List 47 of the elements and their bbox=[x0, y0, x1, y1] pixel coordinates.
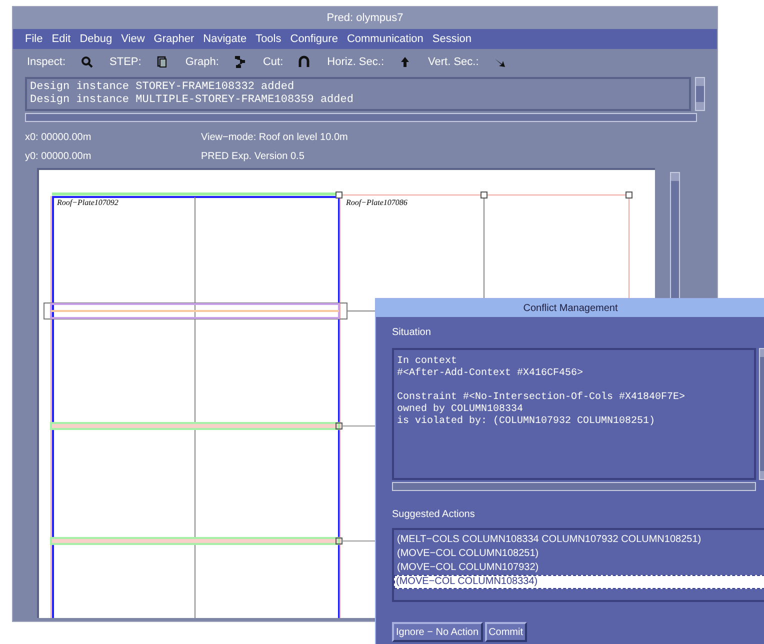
log-line: Design instance STOREY-FRAME108332 added bbox=[30, 81, 296, 94]
menu-item[interactable]: Communication bbox=[346, 30, 424, 48]
toolbar-label: Horiz. Sec.: bbox=[327, 54, 384, 70]
log-area[interactable]: Design instance STOREY-FRAME108332 added Design instance MULTIPLE-STOREY-FRAME108359 added bbox=[25, 77, 692, 111]
menu-item[interactable]: Debug bbox=[80, 30, 112, 48]
vertical-scrollbar[interactable] bbox=[695, 77, 705, 111]
menu-item[interactable]: Grapher bbox=[154, 30, 194, 48]
dialog-button[interactable]: Commit bbox=[484, 622, 528, 642]
section-label: Suggested Actions bbox=[392, 508, 476, 522]
menu-item[interactable]: Edit bbox=[52, 30, 71, 48]
menu-item[interactable]: Session bbox=[432, 30, 472, 48]
horizontal-scrollbar[interactable] bbox=[392, 482, 756, 491]
section-label: Situation bbox=[392, 326, 432, 340]
version-text: PRED Exp. Version 0.5 bbox=[201, 150, 306, 164]
y0-coordinate: y0: 00000.00m bbox=[25, 150, 92, 164]
menu-item[interactable]: Tools bbox=[256, 30, 282, 48]
pages-icon bbox=[155, 55, 170, 69]
horizontal-scrollbar[interactable] bbox=[25, 113, 697, 122]
x0-coordinate: x0: 00000.00m bbox=[25, 131, 92, 145]
toolbar-label: Inspect: bbox=[27, 54, 66, 70]
toolbar-label: Graph: bbox=[185, 54, 219, 70]
situation-line: #<After-Add-Context #X416CF456> bbox=[397, 368, 584, 380]
action-item[interactable]: (MOVE−COL COLUMN108334) bbox=[394, 575, 764, 589]
toolbar-button[interactable] bbox=[155, 55, 170, 69]
situation-text-area[interactable]: In context #<After-Add-Context #X416CF456> Constraint #<No-Intersection-Of-Cols #X41840F7E> owned by COLUMN108334 is violated by: (COLUMN107932 COLUMN108251) bbox=[392, 348, 756, 480]
situation-line: is violated by: (COLUMN107932 COLUMN108251) bbox=[397, 416, 656, 428]
situation-line: owned by COLUMN108334 bbox=[397, 404, 524, 416]
toolbar-button[interactable] bbox=[297, 55, 312, 69]
dialog-button[interactable]: Ignore − No Action bbox=[392, 622, 483, 642]
view-mode-text: View−mode: Roof on level 10.0m bbox=[201, 131, 349, 145]
magnet-icon bbox=[297, 55, 312, 69]
menu-item[interactable]: View bbox=[121, 30, 145, 48]
menu-item[interactable]: Navigate bbox=[203, 30, 247, 48]
toolbar-button[interactable] bbox=[232, 55, 247, 69]
magnifier-icon bbox=[80, 55, 94, 69]
window-title: Pred: olympus7 bbox=[326, 10, 404, 26]
toolbar-label: Vert. Sec.: bbox=[428, 54, 479, 70]
menu-item[interactable]: Configure bbox=[290, 30, 338, 48]
toolbar-button[interactable] bbox=[80, 55, 94, 69]
log-line: Design instance MULTIPLE-STOREY-FRAME108359 added bbox=[30, 94, 354, 107]
toolbar-label: Cut: bbox=[262, 54, 284, 70]
situation-line: In context bbox=[397, 356, 458, 368]
toolbar-label: STEP: bbox=[110, 54, 142, 70]
nodes-icon bbox=[232, 55, 247, 69]
dialog-title: Conflict Management bbox=[523, 302, 618, 316]
actions-list[interactable]: (MELT−COLS COLUMN108334 COLUMN107932 COLUMN108251) (MOVE−COL COLUMN108251) (MOVE−COL COLUMN107932) (MOVE−COL COLUMN108334) bbox=[392, 528, 764, 602]
menu-item[interactable]: File bbox=[25, 30, 43, 48]
